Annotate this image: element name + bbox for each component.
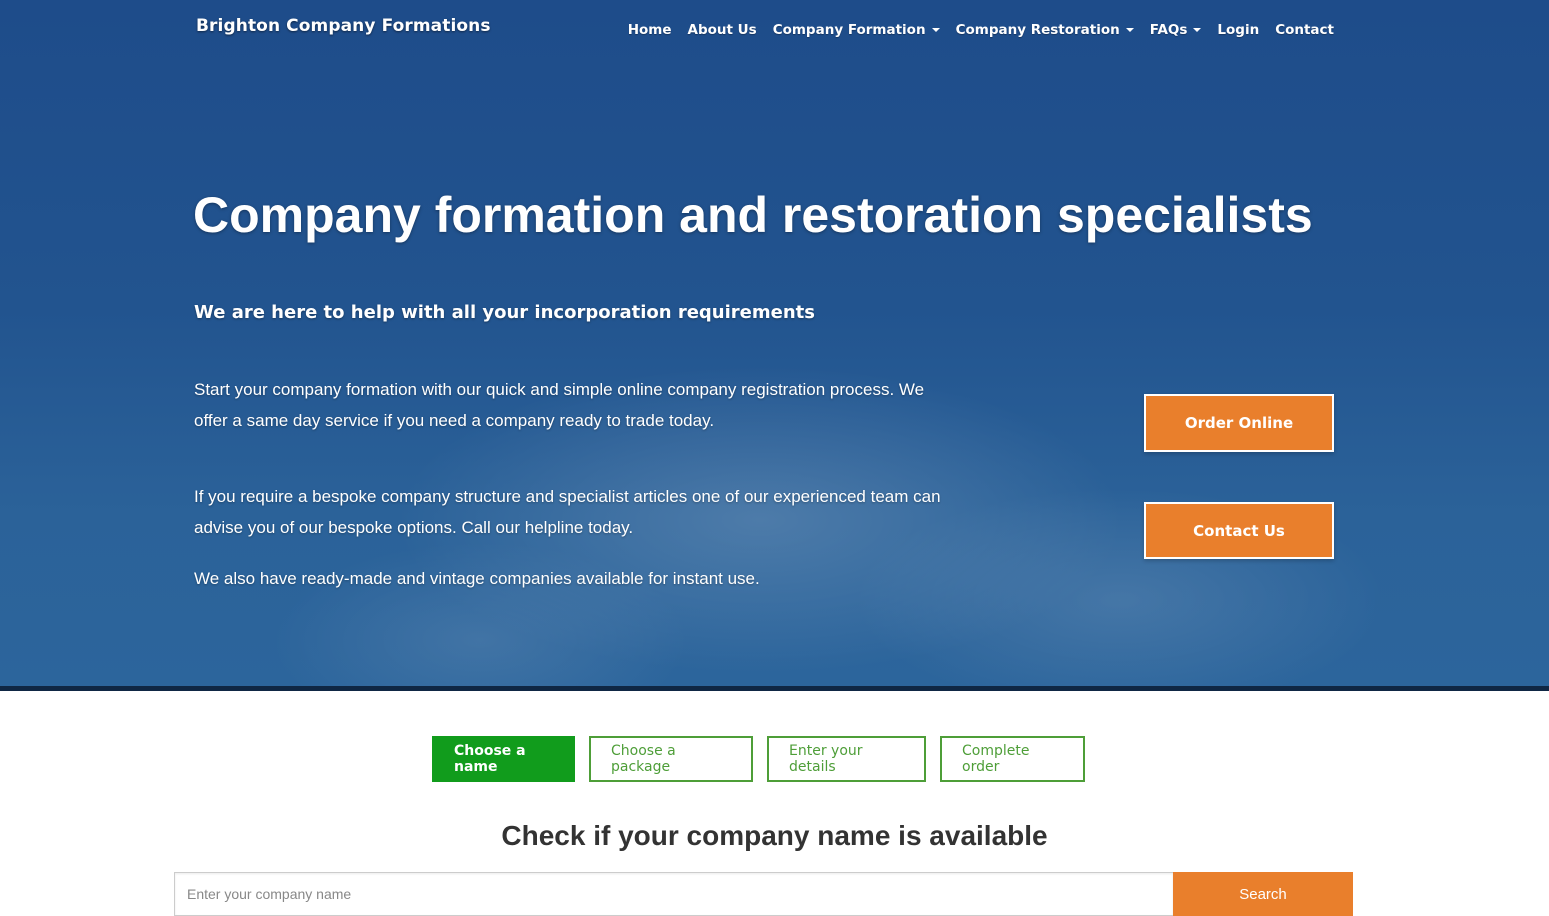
nav-item-label: Home <box>627 22 672 38</box>
nav-item-faqs[interactable]: FAQs <box>1150 22 1202 38</box>
hero-paragraph-intro: Start your company formation with our qu… <box>194 380 925 430</box>
order-steps: Choose a name Choose a package Enter you… <box>432 736 1085 782</box>
step-enter-details[interactable]: Enter your details <box>767 736 926 782</box>
name-search-form: Search <box>174 872 1353 916</box>
name-check-title: Check if your company name is available <box>501 820 1048 851</box>
contact-us-button[interactable]: Contact Us <box>1144 502 1334 559</box>
nav-item-home[interactable]: Home <box>628 22 672 38</box>
main-nav: Home About Us Company Formation Company … <box>612 22 1334 38</box>
hero-title: Company formation and restoration specia… <box>193 187 1313 243</box>
company-name-input[interactable] <box>174 872 1173 916</box>
search-button[interactable]: Search <box>1173 872 1353 916</box>
nav-item-login[interactable]: Login <box>1217 22 1259 38</box>
step-complete-order[interactable]: Complete order <box>940 736 1085 782</box>
nav-item-label: Company Formation <box>772 22 926 38</box>
nav-item-label: FAQs <box>1149 22 1188 38</box>
order-online-button[interactable]: Order Online <box>1144 394 1334 452</box>
nav-item-label: Login <box>1217 22 1260 38</box>
nav-item-label: Contact <box>1275 22 1334 38</box>
hero-paragraph-ready-made: We also have ready-made and vintage comp… <box>194 569 760 588</box>
nav-item-contact[interactable]: Contact <box>1275 22 1334 38</box>
nav-item-label: Company Restoration <box>955 22 1120 38</box>
nav-item-label: About Us <box>687 22 757 38</box>
caret-down-icon <box>1193 28 1202 32</box>
nav-item-about-us[interactable]: About Us <box>688 22 757 38</box>
hero-paragraph-bespoke: If you require a bespoke company structu… <box>194 487 941 537</box>
step-choose-name[interactable]: Choose a name <box>432 736 575 782</box>
caret-down-icon <box>1125 28 1134 32</box>
nav-item-company-formation[interactable]: Company Formation <box>773 22 940 38</box>
hero-divider <box>0 686 1549 691</box>
caret-down-icon <box>931 28 940 32</box>
nav-item-company-restoration[interactable]: Company Restoration <box>956 22 1134 38</box>
step-choose-package[interactable]: Choose a package <box>589 736 753 782</box>
hero-subtitle: We are here to help with all your incorp… <box>194 302 815 323</box>
brand-logo[interactable]: Brighton Company Formations <box>196 16 491 36</box>
